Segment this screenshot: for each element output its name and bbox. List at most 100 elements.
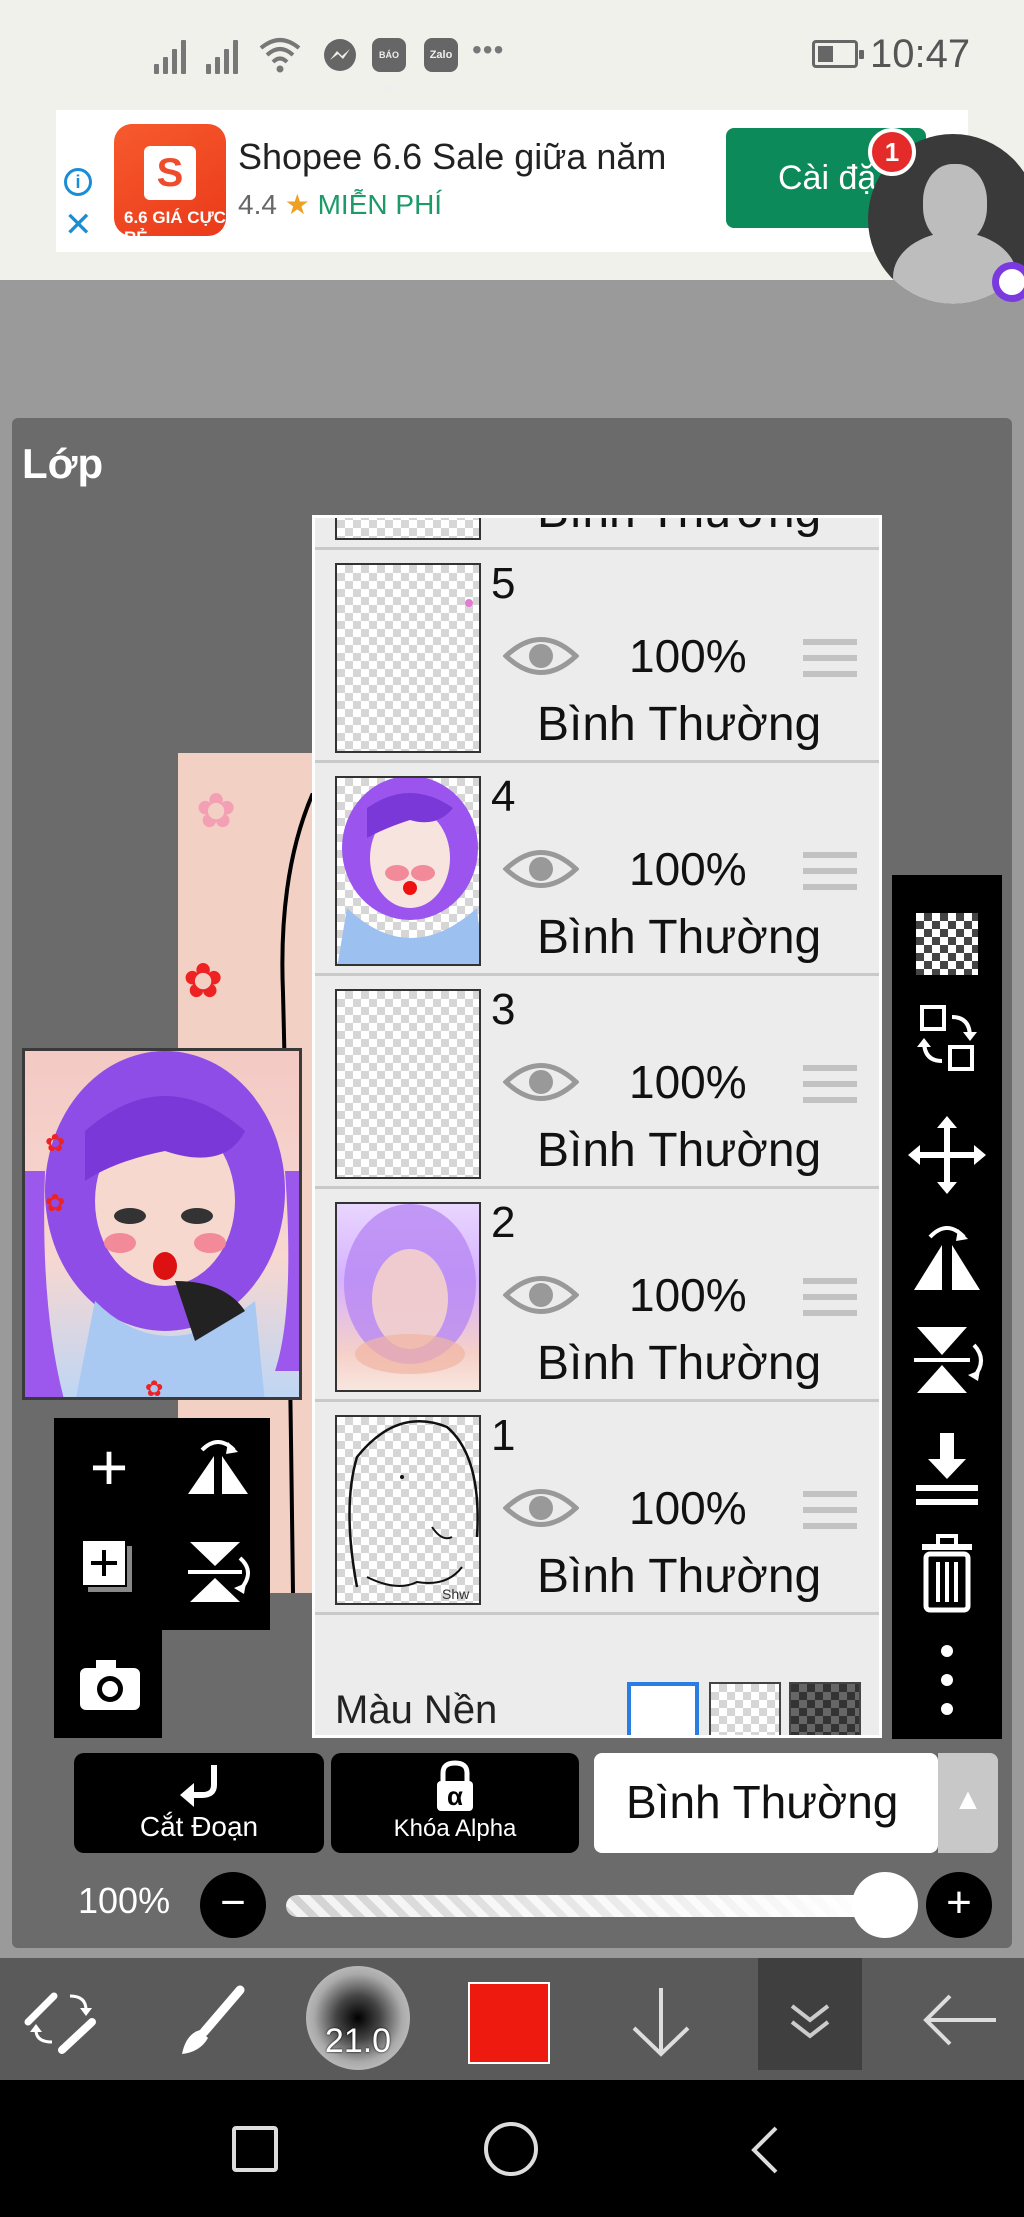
layer-row-partial[interactable]: Bình Thường — [315, 518, 879, 550]
svg-text:✿: ✿ — [45, 1130, 65, 1157]
shopee-app-icon[interactable]: S 6.6 GIÁ CỰC RẺ — [114, 124, 226, 247]
eye-icon[interactable] — [503, 1270, 579, 1320]
layer-tools-toolbar — [892, 875, 1002, 1739]
layer-row[interactable]: 3 100% Bình Thường — [315, 979, 879, 1189]
svg-text:✿: ✿ — [45, 1190, 65, 1217]
layer-list[interactable]: Bình Thường 5 100% Bình Thường 4 100% Bì… — [312, 515, 882, 1738]
layer-blend-mode: Bình Thường — [537, 518, 821, 539]
back-button[interactable] — [746, 2124, 786, 2176]
layer-thumbnail — [335, 776, 481, 966]
layer-blend-mode: Bình Thường — [537, 1550, 822, 1603]
clipping-label: Cắt Đoạn — [139, 1811, 259, 1842]
flower-decoration: ✿ — [196, 785, 237, 838]
info-icon[interactable]: i — [64, 168, 92, 196]
alpha-lock-label: Khóa Alpha — [393, 1815, 517, 1842]
layer-opacity: 100% — [629, 630, 747, 682]
layer-opacity: 100% — [629, 1482, 747, 1534]
opacity-slider-thumb[interactable] — [852, 1872, 918, 1938]
drag-handle-icon[interactable] — [803, 852, 857, 892]
eye-icon[interactable] — [503, 1483, 579, 1533]
brush-tool-icon[interactable] — [170, 1982, 250, 2062]
layer-opacity: 100% — [629, 843, 747, 895]
background-dark-checker-swatch[interactable] — [789, 1682, 861, 1735]
notification-badge: 1 — [868, 128, 916, 176]
opacity-increase-button[interactable]: + — [926, 1872, 992, 1938]
navigation-bar — [0, 2080, 1024, 2217]
home-button[interactable] — [484, 2122, 538, 2176]
layer-thumbnail — [335, 563, 481, 753]
layer-row[interactable]: 4 100% Bình Thường — [315, 766, 879, 976]
layer-row[interactable]: 2 100% Bình Thường — [315, 1192, 879, 1402]
flip-horizontal-icon[interactable] — [178, 1432, 258, 1502]
opacity-slider-track[interactable] — [286, 1895, 886, 1917]
drag-handle-icon[interactable] — [803, 1065, 857, 1105]
eye-icon[interactable] — [503, 631, 579, 681]
eye-icon[interactable] — [503, 1057, 579, 1107]
zalo-icon: Zalo — [424, 38, 458, 72]
eye-icon[interactable] — [503, 844, 579, 894]
clipping-arrow-icon — [180, 1765, 217, 1807]
layer-blend-mode: Bình Thường — [537, 911, 822, 964]
recent-apps-button[interactable] — [232, 2126, 278, 2172]
layer-row[interactable]: 5 100% Bình Thường — [315, 553, 879, 763]
ad-content[interactable]: i ✕ S 6.6 GIÁ CỰC RẺ Shopee 6.6 Sale giữ… — [56, 110, 968, 252]
layer-add-toolbar: + — [54, 1418, 270, 1740]
move-icon[interactable] — [892, 1110, 1002, 1200]
drag-handle-icon[interactable] — [803, 1491, 857, 1531]
flip-horizontal-icon[interactable] — [892, 1215, 1002, 1305]
layer-blend-mode: Bình Thường — [537, 698, 822, 751]
flip-vertical-icon[interactable] — [892, 1315, 1002, 1405]
svg-text:✿: ✿ — [145, 1376, 163, 1400]
swap-icon[interactable] — [892, 995, 1002, 1085]
layer-row[interactable]: Shw 1 100% Bình Thường — [315, 1405, 879, 1615]
drag-handle-icon[interactable] — [803, 1278, 857, 1318]
layer-thumbnail — [335, 1202, 481, 1392]
canvas-thumbnail[interactable]: ✿ ✿ ✿ — [22, 1048, 302, 1400]
transform-tool-icon[interactable] — [22, 1982, 102, 2058]
arrow-down-icon[interactable] — [626, 1984, 696, 2060]
layer-2-art — [344, 1204, 476, 1374]
layer-number: 1 — [491, 1411, 516, 1460]
alpha-lock-button[interactable]: α Khóa Alpha — [331, 1753, 579, 1853]
merge-down-icon[interactable] — [892, 1425, 1002, 1515]
artwork-thumbnail: ✿ ✿ ✿ — [25, 1051, 299, 1400]
clock: 10:47 — [870, 32, 971, 76]
signal-icon — [154, 38, 190, 74]
ad-rating-value: 4.4 — [238, 189, 277, 220]
alpha-glyph: α — [447, 1781, 463, 1811]
opacity-decrease-button[interactable]: − — [200, 1872, 266, 1938]
blend-mode-select[interactable]: Bình Thường — [594, 1753, 938, 1853]
opacity-value: 100% — [78, 1880, 171, 1921]
more-vertical-icon[interactable] — [892, 1635, 1002, 1725]
flower-decoration: ✿ — [183, 955, 224, 1008]
panel-title: Lớp — [22, 440, 104, 487]
layer-thumbnail: Shw — [335, 1415, 481, 1605]
messenger-icon — [324, 39, 356, 71]
close-icon[interactable]: ✕ — [64, 208, 93, 242]
color-swatch-button[interactable] — [468, 1982, 550, 2064]
blend-mode-value: Bình Thường — [626, 1776, 899, 1828]
add-folder-icon[interactable] — [78, 1536, 142, 1600]
flip-vertical-icon[interactable] — [178, 1536, 258, 1606]
ad-price: MIỄN PHÍ — [317, 189, 443, 220]
layer-options-button[interactable] — [758, 1958, 862, 2070]
blend-mode-arrow[interactable]: ▲ — [938, 1753, 998, 1853]
layer-opacity: 100% — [629, 1056, 747, 1108]
camera-icon[interactable] — [76, 1654, 144, 1714]
ad-title[interactable]: Shopee 6.6 Sale giữa năm — [238, 136, 666, 178]
transparency-icon[interactable] — [892, 895, 1002, 985]
bubble-indicator — [992, 262, 1024, 302]
baomoi-icon: BÁO MỚI — [372, 38, 406, 94]
clipping-button[interactable]: Cắt Đoạn — [74, 1753, 324, 1853]
layer-thumbnail — [335, 518, 481, 540]
back-arrow-icon[interactable] — [920, 1990, 1000, 2050]
drag-handle-icon[interactable] — [803, 639, 857, 679]
star-icon: ★ — [284, 189, 310, 220]
brush-size-button[interactable]: 21.0 — [306, 1966, 410, 2070]
background-white-swatch[interactable] — [627, 1682, 699, 1735]
background-transparent-swatch[interactable] — [709, 1682, 781, 1735]
bottom-toolbar: 21.0 — [0, 1958, 1024, 2080]
signal-icon — [206, 38, 242, 74]
add-layer-icon[interactable]: + — [74, 1422, 144, 1512]
trash-icon[interactable] — [892, 1530, 1002, 1620]
